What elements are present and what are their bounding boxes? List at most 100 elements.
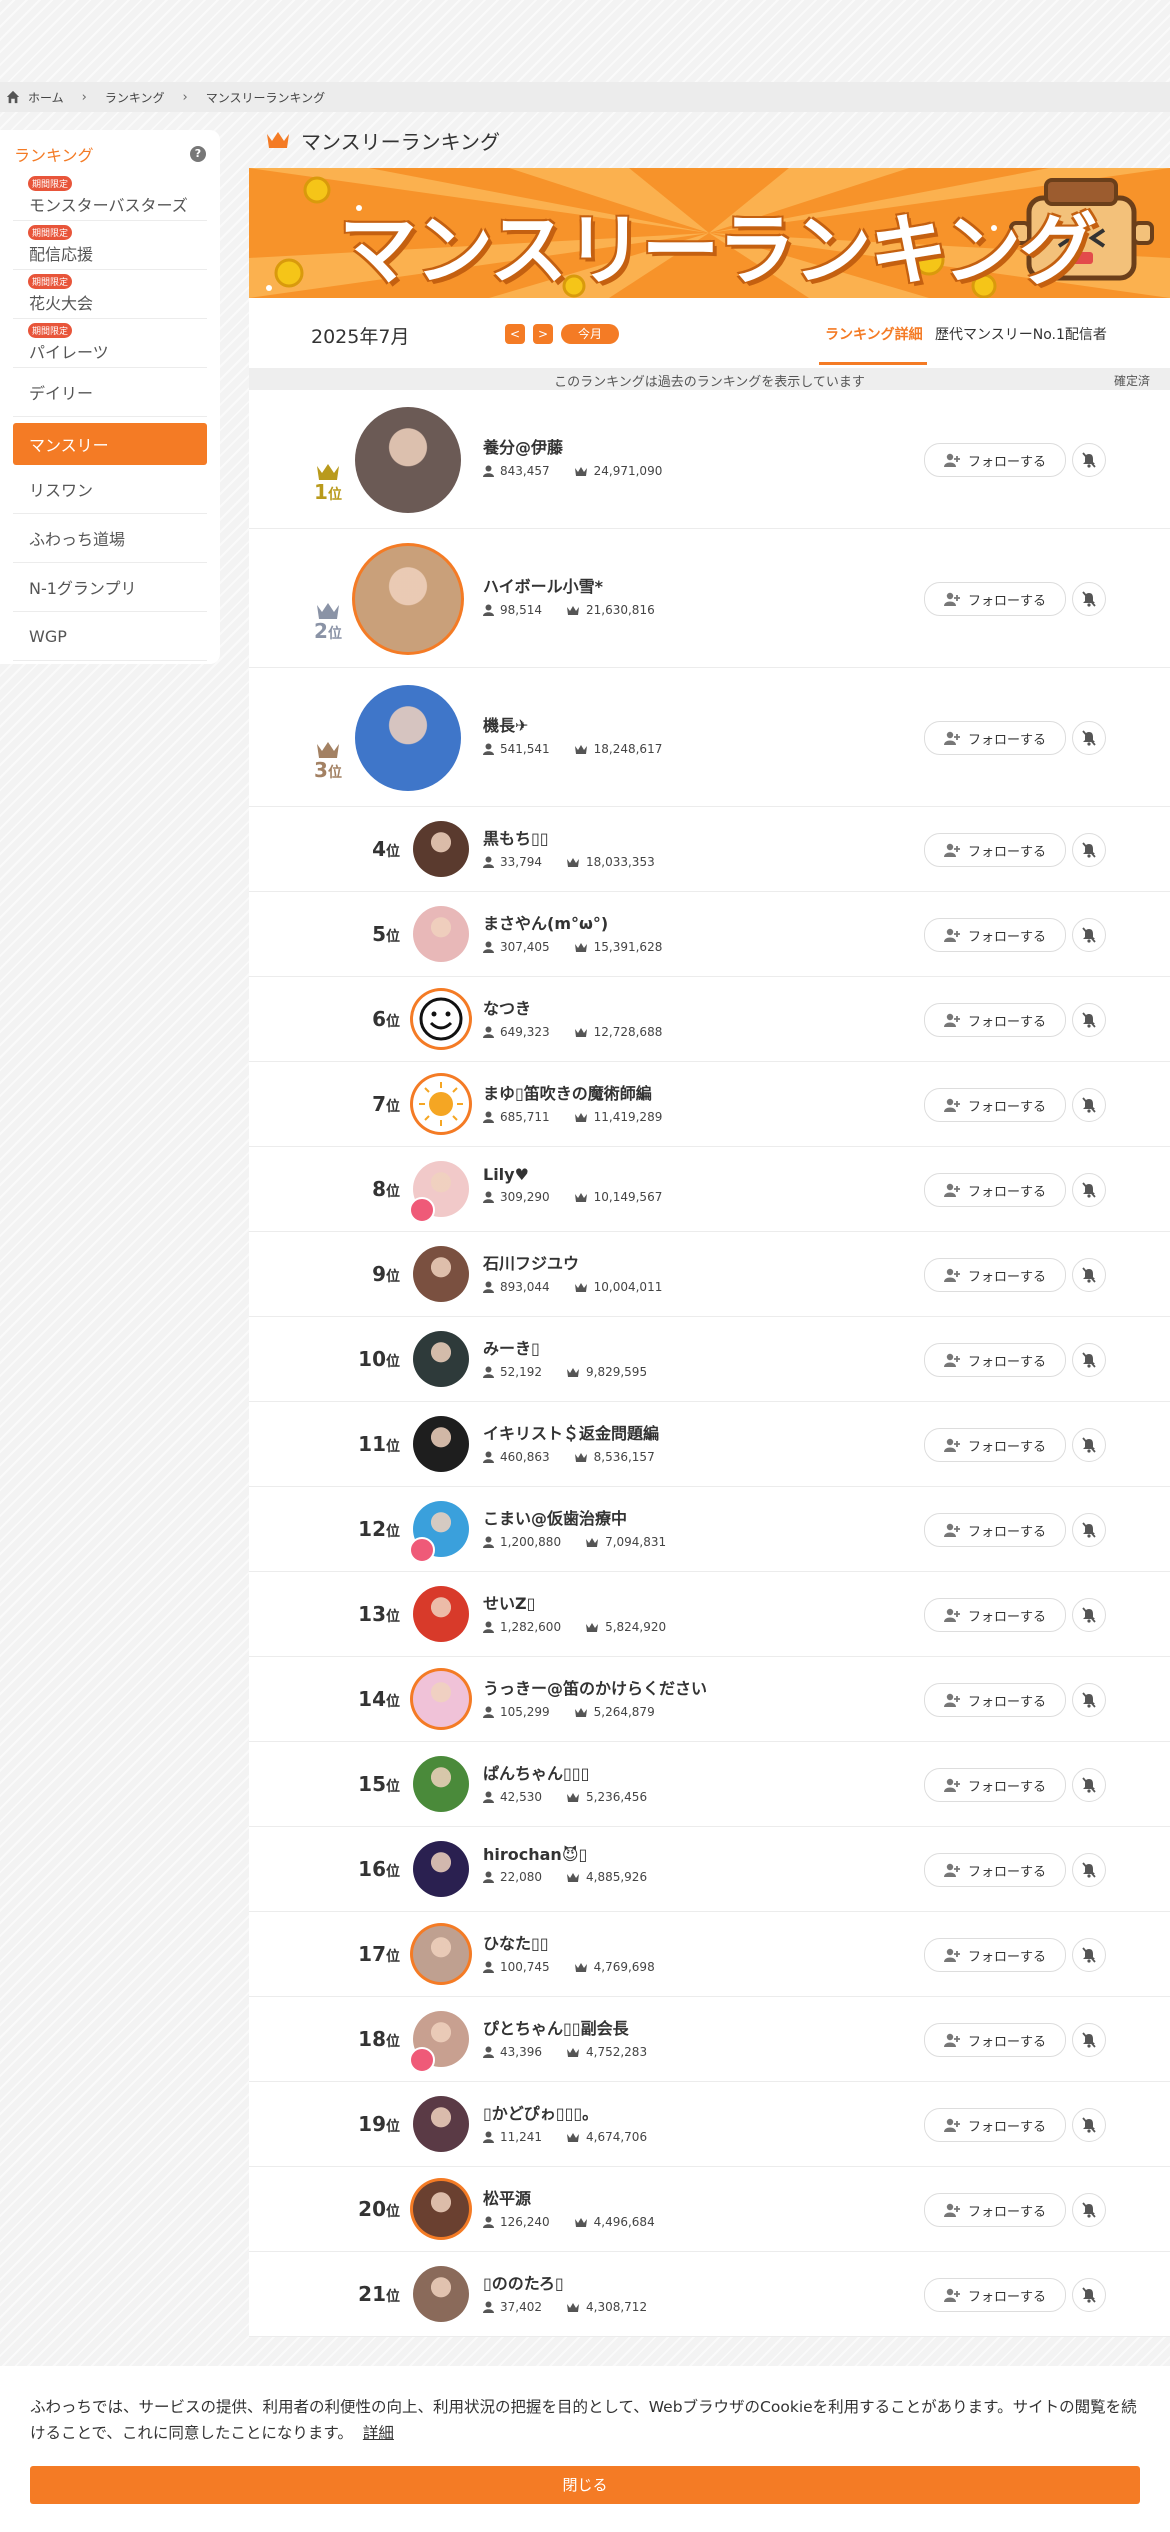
follow-button[interactable]: フォローする (924, 1003, 1066, 1037)
mute-notification-button[interactable] (1072, 2023, 1106, 2057)
follow-button[interactable]: フォローする (924, 2278, 1066, 2312)
mute-notification-button[interactable] (1072, 1428, 1106, 1462)
mute-notification-button[interactable] (1072, 1173, 1106, 1207)
avatar[interactable] (413, 906, 469, 962)
follow-button[interactable]: フォローする (924, 1258, 1066, 1292)
sidebar-item[interactable]: 期間限定 花火大会 (13, 270, 207, 319)
sidebar-item[interactable]: ふわっち道場 (13, 514, 207, 563)
user-name[interactable]: こまい@仮歯治療中 (483, 1505, 666, 1529)
avatar[interactable] (355, 546, 461, 652)
follow-button[interactable]: フォローする (924, 918, 1066, 952)
avatar[interactable] (413, 1586, 469, 1642)
follow-button[interactable]: フォローする (924, 1173, 1066, 1207)
user-name[interactable]: ぱんちゃん▯▯▯ (483, 1760, 647, 1784)
breadcrumb-home[interactable]: ホーム (28, 89, 64, 106)
follow-button[interactable]: フォローする (924, 582, 1066, 616)
mute-notification-button[interactable] (1072, 1343, 1106, 1377)
tab-ranking-detail[interactable]: ランキング詳細 (825, 324, 923, 344)
avatar[interactable] (413, 2266, 469, 2322)
follow-button[interactable]: フォローする (924, 443, 1066, 477)
avatar[interactable] (413, 1841, 469, 1897)
sidebar-item[interactable]: 期間限定 配信応援 (13, 221, 207, 270)
avatar[interactable] (413, 991, 469, 1047)
cookie-close-button[interactable]: 閉じる (30, 2466, 1140, 2504)
avatar[interactable] (413, 1926, 469, 1982)
user-name[interactable]: ▯ののたろ▯ (483, 2270, 647, 2294)
breadcrumb-ranking[interactable]: ランキング (105, 89, 165, 106)
mute-notification-button[interactable] (1072, 2278, 1106, 2312)
mute-notification-button[interactable] (1072, 1088, 1106, 1122)
follow-button[interactable]: フォローする (924, 2193, 1066, 2227)
prev-month-button[interactable]: < (505, 324, 525, 344)
avatar[interactable] (413, 1246, 469, 1302)
sidebar-item[interactable]: デイリー (13, 368, 207, 417)
avatar[interactable] (413, 1331, 469, 1387)
mute-notification-button[interactable] (1072, 1003, 1106, 1037)
mute-notification-button[interactable] (1072, 1853, 1106, 1887)
mute-notification-button[interactable] (1072, 721, 1106, 755)
follow-button[interactable]: フォローする (924, 1428, 1066, 1462)
follow-button[interactable]: フォローする (924, 1598, 1066, 1632)
avatar[interactable] (413, 821, 469, 877)
follow-button[interactable]: フォローする (924, 1938, 1066, 1972)
sidebar-item[interactable]: WGP (13, 612, 207, 661)
user-name[interactable]: 機長✈ (483, 712, 662, 736)
follow-button[interactable]: フォローする (924, 721, 1066, 755)
sidebar-item[interactable]: マンスリー (13, 423, 207, 465)
mute-notification-button[interactable] (1072, 1768, 1106, 1802)
sidebar-item[interactable]: リスワン (13, 465, 207, 514)
sidebar-item[interactable]: N-1グランプリ (13, 563, 207, 612)
avatar[interactable] (413, 2096, 469, 2152)
follow-button[interactable]: フォローする (924, 1683, 1066, 1717)
follow-button[interactable]: フォローする (924, 1853, 1066, 1887)
sidebar-item[interactable]: 期間限定 モンスターバスターズ (13, 172, 207, 221)
mute-notification-button[interactable] (1072, 1513, 1106, 1547)
help-icon[interactable]: ? (190, 146, 206, 162)
sidebar-item[interactable]: 期間限定 パイレーツ (13, 319, 207, 368)
mute-notification-button[interactable] (1072, 1683, 1106, 1717)
mute-notification-button[interactable] (1072, 1258, 1106, 1292)
user-name[interactable]: ぴとちゃん▯▯副会長 (483, 2015, 647, 2039)
follow-button[interactable]: フォローする (924, 1768, 1066, 1802)
mute-notification-button[interactable] (1072, 1938, 1106, 1972)
follow-button[interactable]: フォローする (924, 833, 1066, 867)
user-name[interactable]: 養分@伊藤 (483, 434, 662, 458)
avatar[interactable] (413, 2181, 469, 2237)
next-month-button[interactable]: > (533, 324, 553, 344)
user-name[interactable]: なつき (483, 995, 662, 1019)
user-name[interactable]: 石川フジユウ (483, 1250, 662, 1274)
avatar[interactable] (355, 685, 461, 791)
mute-notification-button[interactable] (1072, 582, 1106, 616)
mute-notification-button[interactable] (1072, 2108, 1106, 2142)
cookie-detail-link[interactable]: 詳細 (363, 2424, 394, 2442)
mute-notification-button[interactable] (1072, 833, 1106, 867)
user-name[interactable]: 黒もち▯▯ (483, 825, 655, 849)
mute-notification-button[interactable] (1072, 443, 1106, 477)
avatar[interactable] (413, 1756, 469, 1812)
tab-history[interactable]: 歴代マンスリーNo.1配信者 (935, 324, 1107, 344)
mute-notification-button[interactable] (1072, 1598, 1106, 1632)
avatar[interactable] (413, 1671, 469, 1727)
user-name[interactable]: せいZ▯ (483, 1590, 666, 1614)
user-name[interactable]: 松平源 (483, 2185, 655, 2209)
follow-button[interactable]: フォローする (924, 1343, 1066, 1377)
user-name[interactable]: hirochan😈▯ (483, 1845, 647, 1864)
this-month-button[interactable]: 今月 (561, 324, 619, 344)
user-name[interactable]: イキリスト＄返金問題編 (483, 1420, 659, 1444)
user-name[interactable]: ハイボール小雪* (483, 573, 655, 597)
user-name[interactable]: まさやん(m°ω°) (483, 910, 662, 934)
user-name[interactable]: まゆ▯笛吹きの魔術師編 (483, 1080, 662, 1104)
user-name[interactable]: ひなた▯▯ (483, 1930, 655, 1954)
user-name[interactable]: みーき▯ (483, 1335, 647, 1359)
user-name[interactable]: うっきー@笛のかけらください (483, 1675, 707, 1699)
avatar[interactable] (355, 407, 461, 513)
follow-button[interactable]: フォローする (924, 1513, 1066, 1547)
user-name[interactable]: Lily♥ (483, 1165, 662, 1184)
avatar[interactable] (413, 1416, 469, 1472)
avatar[interactable] (413, 1076, 469, 1132)
follow-button[interactable]: フォローする (924, 2108, 1066, 2142)
user-name[interactable]: ▯かどぴゎ▯▯▯｡ (483, 2100, 647, 2124)
mute-notification-button[interactable] (1072, 2193, 1106, 2227)
follow-button[interactable]: フォローする (924, 1088, 1066, 1122)
home-icon[interactable] (6, 90, 20, 104)
